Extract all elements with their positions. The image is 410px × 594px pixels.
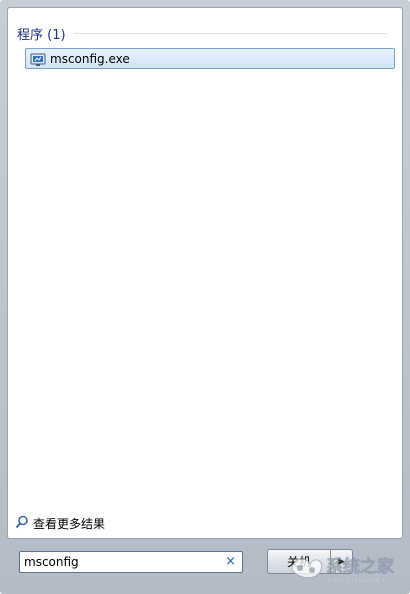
system-config-icon	[30, 52, 46, 66]
group-divider	[73, 32, 388, 34]
see-more-label: 查看更多结果	[33, 517, 106, 531]
group-title: 程序 (1)	[17, 27, 66, 43]
search-input[interactable]	[24, 555, 214, 569]
shutdown-button[interactable]: 关机	[267, 549, 331, 574]
result-item-msconfig[interactable]: msconfig.exe	[25, 48, 395, 69]
shutdown-group: 关机 ▶	[267, 549, 357, 574]
clear-icon[interactable]: ×	[225, 555, 236, 569]
search-box[interactable]: ×	[19, 551, 243, 573]
see-more-results-link[interactable]: 查看更多结果	[15, 514, 105, 533]
start-menu: 程序 (1) msconfig.exe 查看更多结果 msconfig × 关机…	[0, 0, 410, 594]
search-icon	[15, 514, 29, 533]
shutdown-options-button[interactable]: ▶	[331, 549, 353, 574]
svg-text:XITONGZHIJIA.NET: XITONGZHIJIA.NET	[326, 577, 386, 585]
programs-group-header: 程序 (1)	[17, 23, 388, 43]
result-label: msconfig.exe	[50, 51, 130, 66]
search-results-panel: 程序 (1) msconfig.exe	[7, 7, 403, 539]
chevron-right-icon: ▶	[338, 556, 345, 567]
